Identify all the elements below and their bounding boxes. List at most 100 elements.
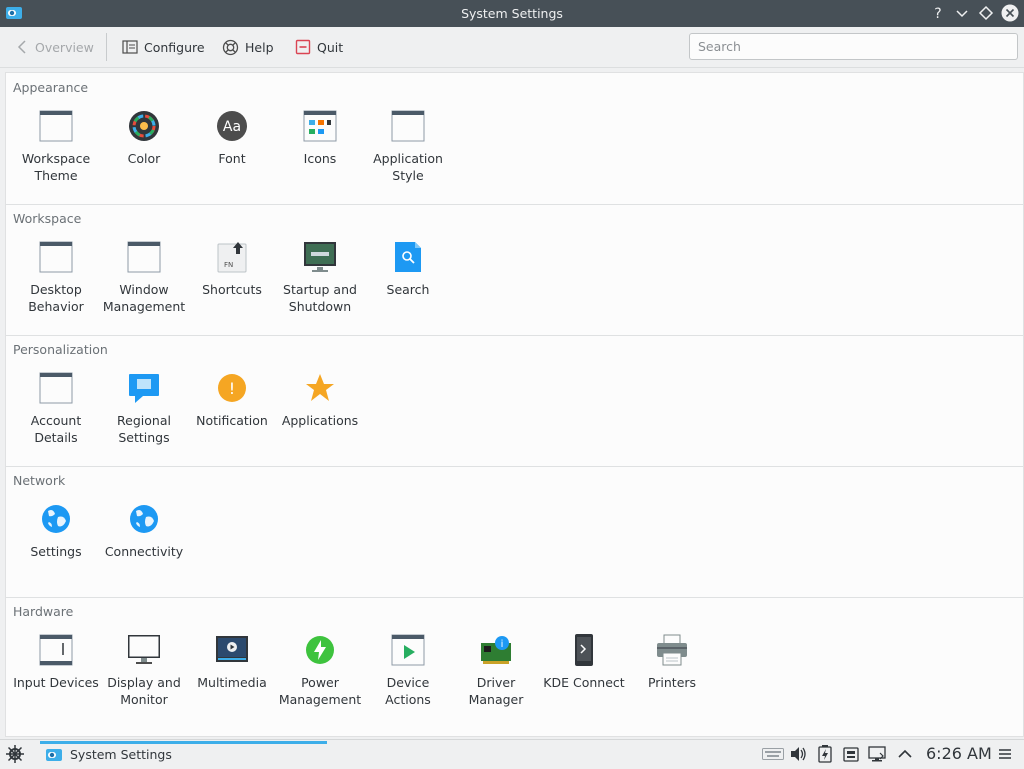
item-label: Printers (647, 675, 697, 690)
overview-label: Overview (35, 39, 94, 55)
window-management-icon (127, 241, 161, 273)
item-workspace-theme[interactable]: Workspace Theme (12, 109, 100, 184)
task-label: System Settings (70, 747, 172, 762)
section-network: Network Settings Connectivity (6, 466, 1023, 598)
svg-text:Aa: Aa (223, 119, 241, 135)
svg-text:i: i (501, 639, 504, 650)
keyboard-icon[interactable] (762, 748, 784, 760)
help-icon[interactable]: ? (929, 4, 947, 22)
network-icon[interactable] (868, 745, 886, 763)
section-appearance: Appearance Workspace Theme Color Aa Font… (6, 73, 1023, 205)
overview-button[interactable]: Overview (15, 34, 94, 60)
section-hardware: Hardware Input Devices Display and Monit… (6, 597, 1023, 736)
item-label: Display and Monitor (107, 675, 181, 707)
item-startup-shutdown[interactable]: Startup and Shutdown (276, 240, 364, 315)
item-label: Input Devices (13, 675, 99, 690)
icons-icon (303, 110, 337, 142)
item-network-settings[interactable]: Settings (12, 502, 100, 560)
section-title: Appearance (13, 80, 89, 95)
item-regional-settings[interactable]: Regional Settings (100, 371, 188, 446)
item-application-style[interactable]: Application Style (364, 109, 452, 184)
window-title: System Settings (461, 6, 563, 21)
item-label: Application Style (373, 151, 443, 183)
desktop-behavior-icon (39, 241, 73, 273)
item-power-management[interactable]: Power Management (276, 633, 364, 708)
item-label: Font (218, 151, 246, 166)
battery-icon[interactable] (817, 745, 833, 763)
panel-menu-icon[interactable] (998, 745, 1012, 763)
taskbar-task-system-settings[interactable]: System Settings (40, 740, 327, 769)
account-details-icon (39, 372, 73, 404)
item-multimedia[interactable]: Multimedia (188, 633, 276, 691)
section-title: Hardware (13, 604, 74, 619)
item-label: Desktop Behavior (28, 282, 84, 314)
section-title: Personalization (13, 342, 108, 357)
device-notifier-icon[interactable] (843, 745, 859, 763)
item-search[interactable]: Search (364, 240, 452, 298)
item-label: Color (127, 151, 161, 166)
section-title: Network (13, 473, 66, 488)
item-font[interactable]: Aa Font (188, 109, 276, 167)
item-label: Regional Settings (117, 413, 171, 445)
configure-button[interactable]: Configure (122, 34, 205, 60)
help-button[interactable]: Help (222, 34, 274, 60)
driver-manager-icon: i (481, 636, 511, 664)
clock[interactable]: 6:26 AM (926, 740, 992, 767)
item-label: Notification (196, 413, 268, 428)
chevron-up-icon[interactable] (896, 745, 914, 763)
settings-categories: Appearance Workspace Theme Color Aa Font… (5, 72, 1024, 737)
item-driver-manager[interactable]: i Driver Manager (452, 633, 540, 708)
window-titlebar[interactable]: System Settings ? (0, 0, 1024, 27)
configure-icon (122, 40, 138, 54)
item-label: Search (386, 282, 430, 297)
item-notification[interactable]: ! Notification (188, 371, 276, 429)
item-shortcuts[interactable]: FN Shortcuts (188, 240, 276, 298)
item-color[interactable]: Color (100, 109, 188, 167)
input-devices-icon (39, 634, 73, 666)
item-connectivity[interactable]: Connectivity (100, 502, 188, 560)
regional-settings-icon (129, 374, 159, 403)
item-label: Shortcuts (202, 282, 262, 297)
quit-icon (295, 39, 311, 55)
printer-icon (657, 634, 687, 666)
item-desktop-behavior[interactable]: Desktop Behavior (12, 240, 100, 315)
toolbar: Overview Configure Help Quit (0, 27, 1024, 68)
help-label: Help (245, 39, 274, 55)
shortcuts-icon: FN (217, 242, 247, 273)
item-kde-connect[interactable]: KDE Connect (540, 633, 628, 691)
minimize-icon[interactable] (953, 4, 971, 22)
item-icons[interactable]: Icons (276, 109, 364, 167)
back-arrow-icon (17, 40, 26, 54)
item-account-details[interactable]: Account Details (12, 371, 100, 446)
item-label: Applications (281, 413, 359, 428)
item-label: Connectivity (104, 544, 184, 559)
power-icon (306, 636, 334, 664)
kde-launcher-icon[interactable] (5, 744, 25, 764)
quit-button[interactable]: Quit (295, 34, 343, 60)
close-icon[interactable] (1001, 4, 1019, 22)
active-task-indicator (40, 741, 327, 744)
item-printers[interactable]: Printers (628, 633, 716, 691)
notification-icon: ! (218, 374, 246, 402)
maximize-icon[interactable] (977, 4, 995, 22)
application-style-icon (391, 110, 425, 142)
volume-icon[interactable] (789, 745, 807, 763)
system-settings-app-icon (46, 748, 62, 761)
item-display-monitor[interactable]: Display and Monitor (100, 633, 188, 708)
item-label: Device Actions (385, 675, 431, 707)
item-device-actions[interactable]: Device Actions (364, 633, 452, 708)
item-input-devices[interactable]: Input Devices (12, 633, 100, 691)
search-input[interactable] (689, 33, 1018, 60)
svg-text:!: ! (229, 379, 235, 398)
item-label: KDE Connect (543, 675, 625, 690)
section-title: Workspace (13, 211, 82, 226)
taskbar: System Settings 6:26 AM (0, 739, 1024, 769)
item-window-management[interactable]: Window Management (100, 240, 188, 315)
workspace-theme-icon (39, 110, 73, 142)
item-label: Multimedia (197, 675, 267, 690)
item-applications[interactable]: Applications (276, 371, 364, 429)
search-icon (395, 242, 421, 272)
startup-shutdown-icon (304, 242, 336, 272)
section-workspace: Workspace Desktop Behavior Window Manage… (6, 204, 1023, 336)
font-icon: Aa (217, 111, 247, 141)
